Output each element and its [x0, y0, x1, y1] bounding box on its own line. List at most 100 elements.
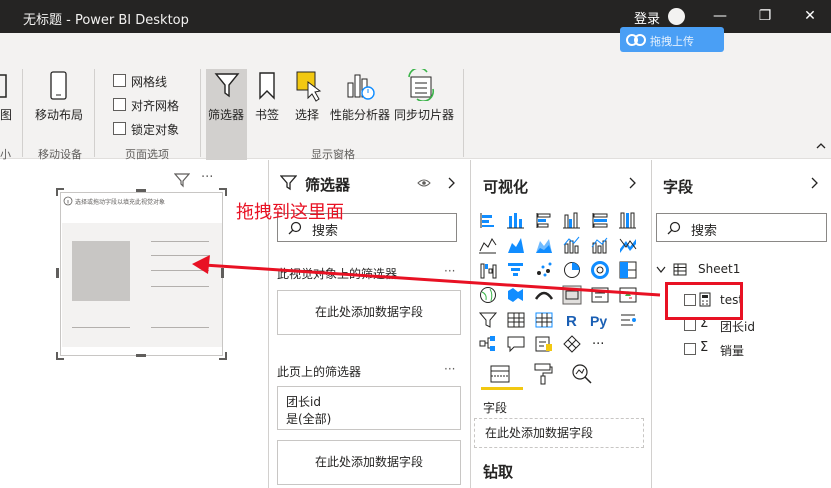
filters-pane-button[interactable]: 筛选器	[208, 106, 244, 123]
close-button[interactable]: ✕	[790, 4, 830, 28]
chevron-right-icon[interactable]	[447, 177, 457, 189]
window-title: 无标题 - Power BI Desktop	[23, 13, 189, 28]
sync-slicers-button[interactable]: 同步切片器	[394, 106, 454, 123]
100-stacked-column-chart-icon	[619, 212, 636, 229]
chevron-right-icon[interactable]	[628, 177, 638, 189]
page-filter-value: 是(全部)	[286, 412, 332, 426]
python-visual-icon: Py	[590, 313, 607, 329]
minimize-button[interactable]: —	[700, 4, 740, 28]
bookmarks-pane-button[interactable]: 书签	[255, 106, 279, 123]
svg-text:R: R	[566, 313, 577, 330]
ribbon-divider	[94, 69, 95, 157]
format-paint-roller-icon[interactable]	[532, 362, 554, 386]
cloud-upload-text: 拖拽上传	[650, 35, 694, 48]
lock-objects-label: 锁定对象	[131, 123, 180, 137]
clustered-column-chart-icon	[563, 212, 580, 229]
visual-filter-icon[interactable]	[174, 172, 190, 188]
svg-text:Py: Py	[590, 313, 607, 329]
lock-objects-checkbox[interactable]	[113, 122, 126, 135]
field-name-sales[interactable]: 销量	[720, 342, 744, 359]
resize-handle[interactable]	[56, 188, 64, 196]
filters-pane-title: 筛选器	[305, 176, 351, 194]
page-filter-drop-zone[interactable]: 在此处添加数据字段	[277, 440, 461, 485]
resize-handle[interactable]	[219, 352, 227, 360]
table-icon	[507, 312, 525, 328]
key-influencers-icon	[621, 314, 636, 326]
analytics-magnifier-icon[interactable]	[570, 362, 594, 386]
snap-to-grid-label: 对齐网格	[131, 99, 180, 113]
stacked-bar-chart-icon	[480, 213, 494, 228]
viz-fields-drop-zone[interactable]: 在此处添加数据字段	[474, 418, 644, 448]
page-filters-section-label: 此页上的筛选器	[277, 365, 362, 379]
drag-arrow	[192, 255, 661, 297]
partial-ribbon-item[interactable]: 图	[0, 106, 12, 123]
filter-icon[interactable]	[214, 71, 240, 99]
avatar[interactable]	[668, 8, 685, 25]
visual-hint-text: 选择或拖动字段以填充此视觉对象	[75, 199, 166, 206]
drag-here-annotation: 拖拽到这里面	[236, 202, 344, 223]
active-tab-indicator	[481, 387, 523, 390]
decomposition-tree-icon	[479, 336, 495, 351]
cloud-icon	[626, 34, 646, 46]
ribbon-divider	[463, 69, 464, 157]
placeholder-line	[72, 327, 130, 328]
placeholder-line	[151, 327, 209, 328]
snap-to-grid-checkbox[interactable]	[113, 98, 126, 111]
clustered-bar-chart-icon	[536, 213, 551, 228]
page-filters-more-icon[interactable]: ···	[444, 362, 455, 376]
fields-pane-title: 字段	[663, 178, 694, 196]
visual-more-options-icon[interactable]: ···	[201, 170, 213, 185]
field-checkbox-group-leader-id[interactable]	[684, 319, 696, 331]
selection-icon[interactable]	[293, 70, 323, 102]
performance-analyzer-button[interactable]: 性能分析器	[330, 106, 390, 123]
search-icon	[667, 221, 681, 235]
table-icon	[673, 263, 687, 276]
ribbon-divider	[200, 69, 201, 157]
fields-tab-icon[interactable]	[489, 364, 511, 384]
fields-search-placeholder: 搜索	[691, 224, 718, 239]
matrix-icon	[535, 312, 553, 328]
r-visual-icon: R	[566, 313, 577, 330]
sync-slicers-icon[interactable]	[405, 69, 437, 101]
table-name-sheet1[interactable]: Sheet1	[698, 262, 740, 276]
slicer-icon	[478, 312, 498, 328]
resize-handle[interactable]	[219, 188, 227, 196]
resize-handle[interactable]	[136, 189, 146, 192]
selection-pane-button[interactable]: 选择	[295, 106, 319, 123]
resize-handle[interactable]	[56, 268, 59, 278]
fields-tab-label: 字段	[483, 401, 508, 415]
performance-analyzer-icon[interactable]	[346, 71, 376, 103]
fields-search-input[interactable]: 搜索	[656, 213, 827, 242]
info-icon	[63, 196, 73, 206]
field-name-group-leader-id[interactable]: 团长id	[720, 318, 755, 335]
resize-handle[interactable]	[136, 354, 146, 357]
mobile-layout-icon[interactable]	[49, 71, 69, 101]
login-link[interactable]: 登录	[634, 8, 660, 27]
chevron-right-icon[interactable]	[810, 177, 820, 189]
page-view-icon[interactable]	[0, 73, 8, 99]
resize-handle[interactable]	[56, 352, 64, 360]
page-filter-card[interactable]: 团长id 是(全部)	[277, 386, 461, 430]
cloud-upload-badge[interactable]: 拖拽上传	[620, 27, 724, 52]
field-checkbox-sales[interactable]	[684, 343, 696, 355]
drillthrough-section-label: 钻取	[483, 463, 514, 481]
placeholder-image-block	[72, 241, 130, 301]
bookmark-icon[interactable]	[257, 71, 277, 101]
gridlines-checkbox[interactable]	[113, 74, 126, 87]
restore-button[interactable]: ❐	[745, 4, 785, 28]
eye-icon[interactable]	[417, 177, 431, 189]
gridlines-label: 网格线	[131, 75, 168, 89]
mobile-layout-button[interactable]: 移动布局	[35, 106, 83, 123]
collapse-ribbon-icon[interactable]	[815, 140, 827, 152]
pane-divider	[651, 160, 652, 488]
arcgis-map-icon	[563, 335, 581, 353]
sigma-icon: Σ	[700, 340, 709, 355]
pane-divider	[470, 160, 471, 488]
svg-text:···: ···	[592, 337, 604, 352]
more-visuals-icon: ···	[592, 337, 604, 352]
stacked-column-chart-icon	[507, 213, 524, 229]
show-panes-group-label: 显示窗格	[311, 148, 355, 161]
smart-narrative-icon	[535, 336, 552, 352]
placeholder-line	[151, 241, 209, 242]
ribbon-divider	[22, 69, 23, 157]
